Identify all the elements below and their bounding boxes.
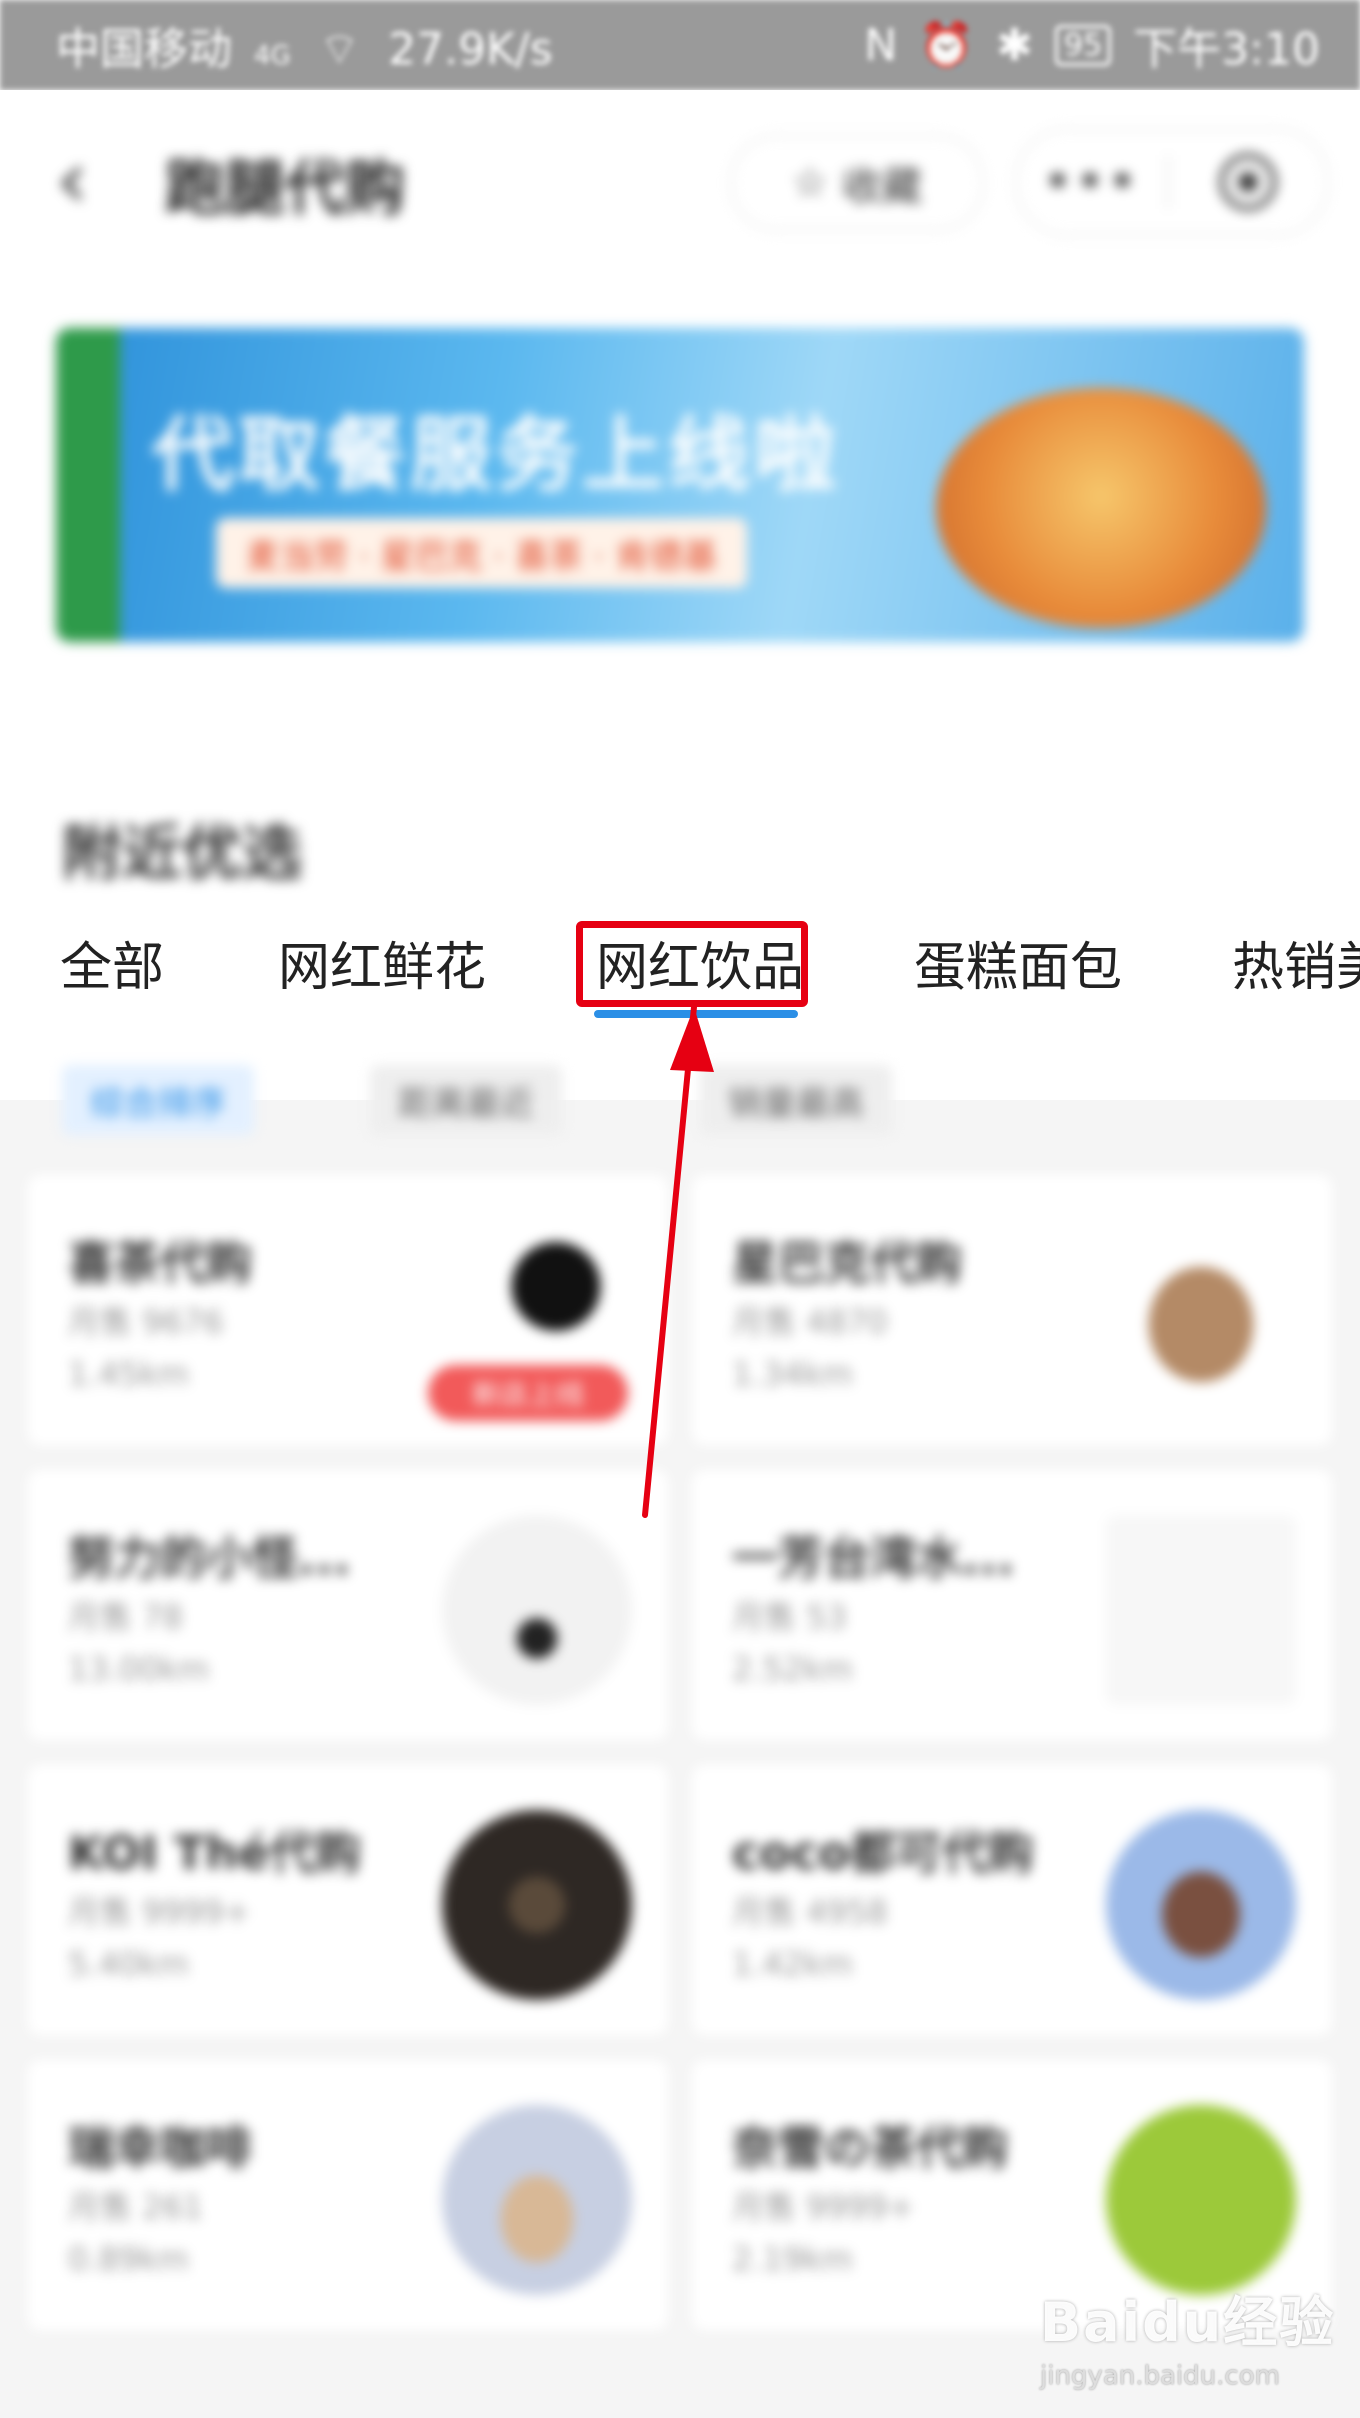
status-right: N ⏰ ✱ 95 下午3:10 bbox=[864, 13, 1320, 77]
alarm-icon: ⏰ bbox=[919, 20, 975, 71]
favorite-label: 收藏 bbox=[841, 164, 922, 210]
watermark-logo: Baidu经验 bbox=[1040, 2291, 1336, 2354]
shop-distance: 0.89km bbox=[68, 2240, 189, 2278]
status-left: 中国移动 4G ⌔ 27.9K/s bbox=[56, 13, 553, 77]
shop-sales: 月售 78 bbox=[68, 1598, 183, 1636]
shop-distance: 2.52km bbox=[732, 1650, 853, 1688]
shop-name: 喜茶代购 bbox=[68, 1236, 252, 1290]
carrier-label: 中国移动 bbox=[56, 24, 232, 75]
shop-name: coco都可代购 bbox=[732, 1826, 1034, 1880]
shop-name: 星巴克代购 bbox=[732, 1236, 962, 1290]
shop-name: 奈雪の茶代购 bbox=[732, 2121, 1008, 2175]
shop-logo bbox=[1106, 1515, 1296, 1705]
watermark: Baidu经验 jingyan.baidu.com bbox=[1040, 2278, 1335, 2391]
shop-card[interactable]: 喜茶代购 月售 9676 1.45km 新店上线 bbox=[28, 1175, 668, 1445]
shop-card[interactable]: KOI Thé代购 月售 9999+ 5.40km bbox=[28, 1765, 668, 2035]
sort-sales[interactable]: 销量最高 bbox=[700, 1065, 892, 1135]
more-button[interactable]: ••• bbox=[1017, 154, 1167, 210]
tab-hot[interactable]: 热销美 bbox=[1232, 925, 1360, 1000]
shop-logo bbox=[442, 1515, 632, 1705]
shop-logo bbox=[442, 2105, 632, 2295]
sort-default[interactable]: 综合排序 bbox=[62, 1065, 254, 1135]
shop-sales: 月售 4958 bbox=[732, 1893, 888, 1931]
shop-distance: 13.00km bbox=[68, 1650, 210, 1688]
shop-name: 一芳台湾水... bbox=[732, 1531, 1015, 1585]
network-label: 4G bbox=[254, 41, 291, 71]
shop-name: 努力的小怪... bbox=[68, 1531, 351, 1585]
bluetooth-icon: ✱ bbox=[996, 19, 1033, 71]
banner-edge bbox=[56, 328, 120, 642]
pizza-image bbox=[936, 388, 1266, 628]
promo-banner[interactable]: 代取餐服务上线啦 麦当劳 · 星巴克 · 喜茶 · 肯德基 bbox=[56, 328, 1304, 642]
shop-sales: 月售 9999+ bbox=[68, 1893, 251, 1931]
tab-flowers[interactable]: 网红鲜花 bbox=[278, 925, 486, 1000]
star-icon: ☆ bbox=[792, 160, 828, 206]
shop-sales: 月售 9676 bbox=[68, 1303, 224, 1341]
shop-sales: 月售 9999+ bbox=[732, 2188, 915, 2226]
watermark-url: jingyan.baidu.com bbox=[1040, 2361, 1280, 2391]
shop-logo bbox=[1106, 2105, 1296, 2295]
speed-label: 27.9K/s bbox=[388, 24, 553, 75]
wifi-icon: ⌔ bbox=[318, 24, 361, 75]
active-tab-indicator bbox=[594, 1010, 798, 1018]
page-title: 跑腿代购 bbox=[165, 154, 405, 224]
banner-headline: 代取餐服务上线啦 bbox=[152, 408, 841, 503]
favorite-button[interactable]: ☆ 收藏 bbox=[730, 135, 984, 231]
close-target-icon bbox=[1219, 153, 1277, 211]
status-bar: 中国移动 4G ⌔ 27.9K/s N ⏰ ✱ 95 下午3:10 bbox=[0, 0, 1360, 90]
battery-icon: 95 bbox=[1055, 24, 1112, 66]
shop-logo bbox=[1106, 1220, 1296, 1410]
shop-sales: 月售 261 bbox=[68, 2188, 204, 2226]
banner-subline: 麦当劳 · 星巴克 · 喜茶 · 肯德基 bbox=[216, 518, 748, 588]
back-icon[interactable]: ‹ bbox=[56, 140, 88, 220]
clock-label: 下午3:10 bbox=[1133, 24, 1320, 75]
highlight-box bbox=[576, 921, 808, 1007]
shop-tag: 新店上线 bbox=[428, 1365, 628, 1421]
shop-card[interactable]: 星巴克代购 月售 4870 1.34km bbox=[692, 1175, 1332, 1445]
shop-distance: 2.19km bbox=[732, 2240, 853, 2278]
sort-row: 综合排序 距离最近 销量最高 bbox=[0, 1065, 1360, 1135]
shop-distance: 1.45km bbox=[68, 1355, 189, 1393]
mini-program-capsule: ••• bbox=[1015, 128, 1329, 236]
shop-sales: 月售 4870 bbox=[732, 1303, 888, 1341]
tab-cakes[interactable]: 蛋糕面包 bbox=[914, 925, 1122, 1000]
shop-distance: 5.40km bbox=[68, 1945, 189, 1983]
nfc-icon: N bbox=[864, 19, 898, 71]
shop-distance: 1.42km bbox=[732, 1945, 853, 1983]
sort-distance[interactable]: 距离最近 bbox=[370, 1065, 562, 1135]
shop-card[interactable]: 瑞幸咖啡 月售 261 0.89km bbox=[28, 2060, 668, 2330]
tab-all[interactable]: 全部 bbox=[60, 925, 164, 1000]
shop-distance: 1.34km bbox=[732, 1355, 853, 1393]
shop-name: 瑞幸咖啡 bbox=[68, 2121, 252, 2175]
shop-logo bbox=[442, 1810, 632, 2000]
shop-sales: 月售 53 bbox=[732, 1598, 847, 1636]
shop-card[interactable]: 努力的小怪... 月售 78 13.00km bbox=[28, 1470, 668, 1740]
shop-card[interactable]: coco都可代购 月售 4958 1.42km bbox=[692, 1765, 1332, 2035]
shop-logo bbox=[1106, 1810, 1296, 2000]
shop-name: KOI Thé代购 bbox=[68, 1826, 362, 1880]
shop-card[interactable]: 一芳台湾水... 月售 53 2.52km bbox=[692, 1470, 1332, 1740]
close-button[interactable] bbox=[1169, 150, 1327, 214]
section-title: 附近优选 bbox=[62, 819, 302, 889]
